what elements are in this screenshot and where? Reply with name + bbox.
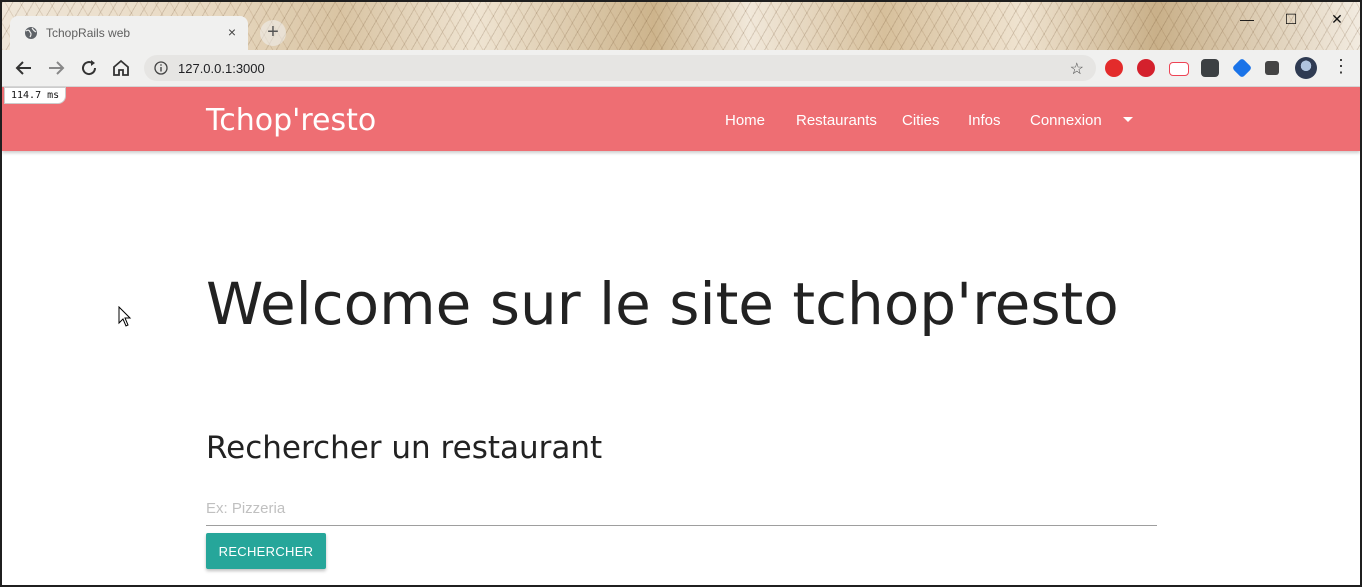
pdf-icon[interactable]	[1169, 62, 1189, 76]
profile-avatar-icon[interactable]	[1295, 57, 1317, 79]
tab-close-icon[interactable]: ×	[224, 24, 240, 40]
browser-toolbar: 127.0.0.1:3000 ☆ ⋮	[2, 50, 1360, 87]
address-bar[interactable]: 127.0.0.1:3000 ☆	[144, 55, 1096, 81]
star-icon[interactable]: ☆	[1070, 59, 1084, 79]
pinterest-icon[interactable]	[1137, 59, 1155, 77]
back-arrow-icon[interactable]	[12, 56, 36, 80]
welcome-heading: Welcome sur le site tchop'resto	[206, 270, 1119, 338]
reload-icon[interactable]	[77, 56, 101, 80]
site-navbar: Tchop'resto Home Restaurants Cities Info…	[2, 87, 1360, 151]
kebab-menu-icon[interactable]: ⋮	[1332, 56, 1350, 77]
timing-badge: 114.7 ms	[4, 87, 67, 104]
maximize-button[interactable]: ☐	[1276, 8, 1306, 30]
dots-extension-icon[interactable]	[1201, 59, 1219, 77]
adblock-icon[interactable]	[1105, 59, 1123, 77]
minimize-button[interactable]: —	[1232, 8, 1262, 30]
search-button[interactable]: RECHERCHER	[206, 533, 326, 569]
nav-link-connexion[interactable]: Connexion	[1030, 112, 1102, 129]
globe-icon	[25, 27, 37, 39]
cube-extension-icon[interactable]	[1231, 57, 1253, 79]
close-window-button[interactable]: ✕	[1322, 8, 1352, 30]
search-heading: Rechercher un restaurant	[206, 430, 603, 466]
browser-window: TchopRails web × + — ☐ ✕ 127.0.0.1:3000 …	[0, 0, 1362, 587]
nav-link-restaurants[interactable]: Restaurants	[796, 112, 877, 129]
nav-link-cities[interactable]: Cities	[902, 112, 940, 129]
url-text: 127.0.0.1:3000	[178, 61, 265, 76]
puzzle-extensions-icon[interactable]	[1265, 61, 1279, 75]
browser-tab[interactable]: TchopRails web ×	[10, 16, 248, 50]
dropdown-caret-icon[interactable]	[1123, 117, 1133, 122]
info-icon[interactable]	[154, 61, 168, 75]
cursor-icon	[118, 306, 132, 327]
site-brand[interactable]: Tchop'resto	[206, 103, 376, 138]
new-tab-button[interactable]: +	[260, 20, 286, 46]
tab-title: TchopRails web	[46, 26, 131, 40]
search-input[interactable]	[206, 491, 1157, 526]
forward-arrow-icon[interactable]	[44, 56, 68, 80]
home-icon[interactable]	[109, 56, 133, 80]
nav-link-home[interactable]: Home	[725, 112, 765, 129]
nav-link-infos[interactable]: Infos	[968, 112, 1001, 129]
